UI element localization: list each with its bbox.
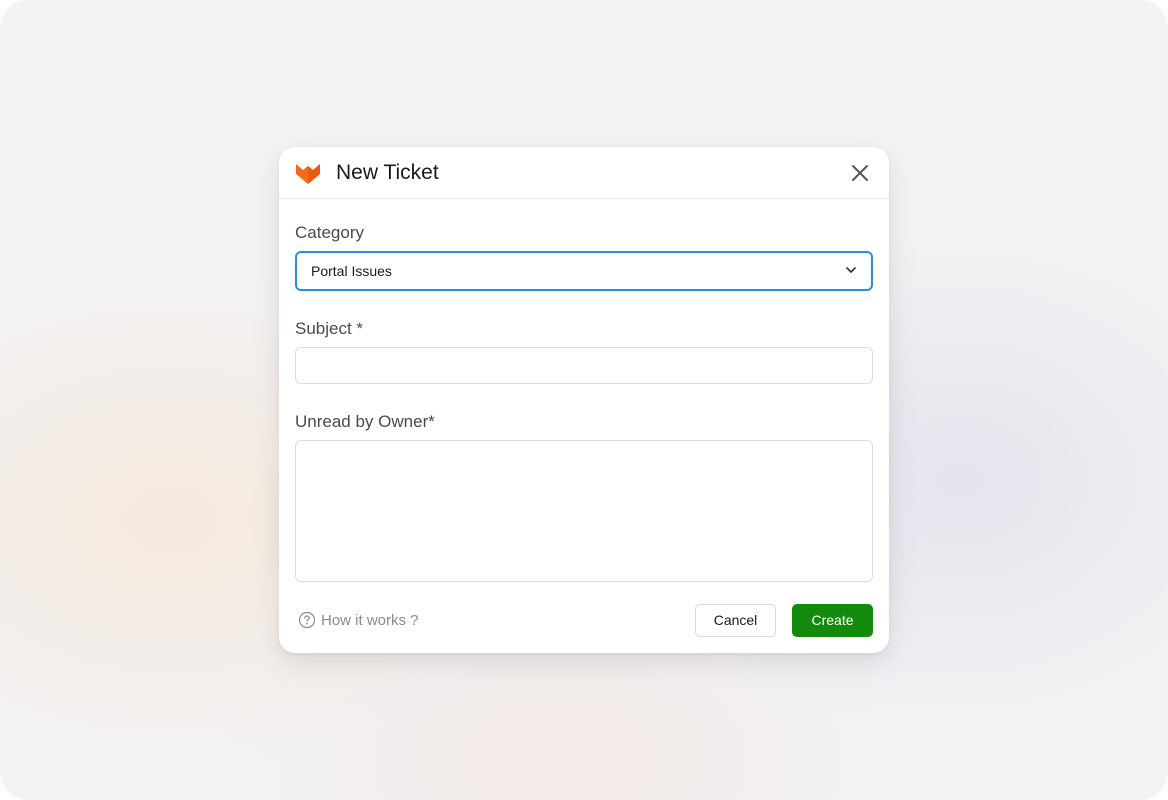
how-it-works-link[interactable]: How it works ? [295,611,695,629]
new-ticket-dialog: New Ticket Category Portal Issues Subjec… [279,147,889,653]
how-it-works-label: How it works ? [321,611,419,629]
subject-input[interactable] [295,347,873,384]
close-icon[interactable] [847,160,873,186]
cancel-button[interactable]: Cancel [695,603,776,637]
category-selected-value: Portal Issues [311,263,392,279]
dialog-header: New Ticket [279,147,889,199]
unread-by-owner-label: Unread by Owner* [295,412,435,431]
category-select[interactable]: Portal Issues [295,251,873,291]
dialog-title: New Ticket [336,160,439,184]
category-label: Category [295,223,364,242]
chevron-down-icon [845,263,857,279]
unread-by-owner-textarea[interactable] [295,440,873,582]
dialog-body: Category Portal Issues Subject * Unread … [279,199,889,582]
fox-logo-icon [295,160,321,186]
subject-label: Subject * [295,319,364,338]
dialog-footer: How it works ? Cancel Create [295,603,873,637]
create-button[interactable]: Create [792,603,873,637]
question-circle-icon [298,611,316,629]
